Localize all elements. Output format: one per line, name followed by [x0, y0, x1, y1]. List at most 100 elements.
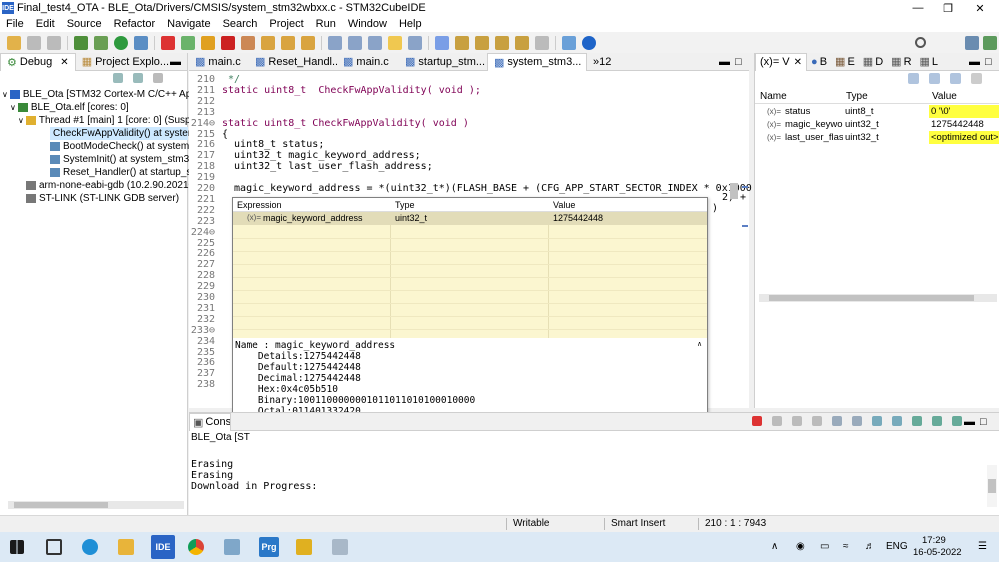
chevron-down-icon[interactable]: ∨ — [18, 116, 24, 125]
menu-edit[interactable]: Edit — [30, 18, 61, 30]
console-scrollbar[interactable] — [987, 465, 997, 507]
variable-value[interactable]: 1275442448 — [929, 118, 999, 131]
new-icon[interactable] — [7, 35, 21, 50]
prev-annotation-icon[interactable] — [475, 35, 489, 50]
tree-item[interactable]: ST-LINK (ST-LINK GDB server) — [26, 192, 179, 205]
collapse-all-icon[interactable] — [113, 73, 123, 83]
scrollbar-thumb[interactable] — [14, 502, 108, 508]
build-icon[interactable] — [74, 35, 88, 50]
open-perspective-icon[interactable] — [965, 35, 979, 50]
task-view-icon[interactable] — [46, 539, 62, 555]
navigate-icon[interactable] — [328, 35, 342, 50]
back-icon[interactable] — [515, 35, 529, 50]
show-on-output-icon[interactable] — [872, 416, 882, 426]
resume-icon[interactable] — [181, 35, 195, 50]
file-explorer-icon[interactable] — [118, 539, 134, 555]
outline-icon[interactable] — [348, 35, 362, 50]
menu-search[interactable]: Search — [217, 18, 264, 30]
stack-frame[interactable]: Reset_Handler() at startup_stm3 — [50, 166, 208, 179]
presentation-icon[interactable] — [296, 539, 312, 555]
step-over-icon[interactable] — [281, 35, 295, 50]
stm32cubeide-taskbar-icon[interactable]: IDE — [151, 535, 175, 559]
chevron-up-icon[interactable]: ∧ — [771, 541, 778, 552]
suspend-icon[interactable] — [201, 35, 215, 50]
remove-all-icon[interactable] — [792, 416, 802, 426]
tab-system-stm32[interactable]: ▩system_stm3...✕ — [487, 52, 587, 71]
tab-overflow[interactable]: »12 — [587, 53, 617, 71]
minimize-view-icon[interactable]: ▬ — [170, 56, 181, 68]
search-icon[interactable] — [915, 37, 926, 48]
menu-refactor[interactable]: Refactor — [108, 18, 162, 30]
stack-frame[interactable]: BootModeCheck() at system_st — [50, 140, 203, 153]
clock-time[interactable]: 17:29 — [922, 535, 946, 546]
code-line[interactable]: uint32_t last_user_flash_address; — [222, 161, 433, 172]
code-line[interactable]: uint32_t magic_keyword_address; — [222, 150, 421, 161]
variable-value[interactable]: <optimized out> — [929, 131, 999, 144]
webcam-icon[interactable]: ◉ — [796, 541, 805, 552]
tab-main-c-2[interactable]: ▩ main.c — [337, 53, 399, 71]
tree-item[interactable]: ∨ BLE_Ota.elf [cores: 0] — [10, 101, 129, 114]
display-console-icon[interactable] — [932, 416, 942, 426]
tab-live-expressions[interactable]: ▦ L — [916, 53, 943, 71]
chrome-icon[interactable] — [188, 539, 204, 555]
remove-launch-icon[interactable] — [772, 416, 782, 426]
close-icon[interactable]: ✕ — [794, 57, 802, 68]
minimize-button[interactable]: — — [903, 0, 933, 16]
close-window-button[interactable]: ✕ — [965, 0, 995, 16]
menu-project[interactable]: Project — [263, 18, 309, 30]
step-return-icon[interactable] — [301, 35, 315, 50]
language-indicator[interactable]: ENG — [886, 541, 908, 552]
debug-perspective-icon[interactable] — [983, 35, 997, 50]
code-line[interactable]: */ — [222, 74, 240, 85]
maximize-view-icon[interactable]: □ — [980, 416, 987, 428]
stack-frame-selected[interactable]: CheckFwAppValidity() at system — [50, 127, 196, 140]
word-wrap-icon[interactable] — [852, 416, 862, 426]
stack-frame[interactable]: SystemInit() at system_stm32wl — [50, 153, 204, 166]
scrollbar-thumb[interactable] — [769, 295, 974, 301]
step-into-icon[interactable] — [261, 35, 275, 50]
code-line[interactable]: { — [222, 129, 228, 140]
next-annotation-icon[interactable] — [455, 35, 469, 50]
menu-source[interactable]: Source — [61, 18, 108, 30]
col-value[interactable]: Value — [932, 91, 957, 102]
notification-icon[interactable]: ☰ — [978, 541, 987, 552]
minimize-view-icon[interactable]: ▬ — [969, 56, 980, 68]
variables-scrollbar[interactable] — [759, 294, 997, 302]
battery-icon[interactable]: ▭ — [820, 541, 829, 552]
editor-vertical-scrollbar[interactable] — [729, 75, 739, 385]
maximize-view-icon[interactable]: □ — [735, 56, 742, 68]
stop-icon[interactable] — [221, 35, 235, 50]
open-console-icon[interactable] — [952, 416, 962, 426]
col-expression[interactable]: Expression — [237, 200, 282, 210]
info-icon[interactable] — [582, 35, 596, 50]
external-tools-icon[interactable] — [134, 35, 148, 50]
tab-project-explorer[interactable]: ▦ Project Explo... — [76, 53, 175, 71]
tab-main-c[interactable]: ▩ main.c — [189, 53, 249, 71]
tab-disassembly[interactable]: ▦ D — [859, 53, 887, 71]
debug-config-icon[interactable] — [94, 35, 108, 50]
chevron-down-icon[interactable]: ∨ — [10, 103, 16, 112]
terminate-icon[interactable] — [161, 35, 175, 50]
show-type-icon[interactable] — [908, 73, 919, 84]
show-logical-icon[interactable] — [929, 73, 940, 84]
tab-console[interactable]: ▣Conso — [189, 412, 231, 431]
tab-breakpoints[interactable]: ● B — [807, 53, 831, 71]
expression-row[interactable]: (x)= magic_keyword_address uint32_t 1275… — [233, 212, 707, 225]
col-value[interactable]: Value — [553, 200, 575, 210]
maximize-button[interactable]: ❐ — [933, 0, 963, 16]
tree-item[interactable]: ∨ BLE_Ota [STM32 Cortex-M C/C++ Appli — [2, 88, 201, 101]
open-icon[interactable] — [388, 35, 402, 50]
tree-item[interactable]: ∨ Thread #1 [main] 1 [core: 0] (Suspe — [18, 114, 196, 127]
edge-browser-icon[interactable] — [82, 539, 98, 555]
notepad-icon[interactable] — [224, 539, 240, 555]
collapse-all-icon[interactable] — [950, 73, 961, 84]
table-row[interactable]: (x)= magic_keywor uint32_t 1275442448 — [755, 118, 999, 131]
last-edit-icon[interactable] — [495, 35, 509, 50]
tree-item[interactable]: arm-none-eabi-gdb (10.2.90.2021062 — [26, 179, 205, 192]
pin-console-icon[interactable] — [912, 416, 922, 426]
minimize-view-icon[interactable]: ▬ — [719, 56, 730, 68]
stm32-programmer-icon[interactable]: Prg — [259, 537, 279, 557]
close-icon[interactable]: ✕ — [60, 57, 68, 68]
chevron-up-icon[interactable]: ∧ — [697, 340, 702, 348]
menu-navigate[interactable]: Navigate — [161, 18, 216, 30]
